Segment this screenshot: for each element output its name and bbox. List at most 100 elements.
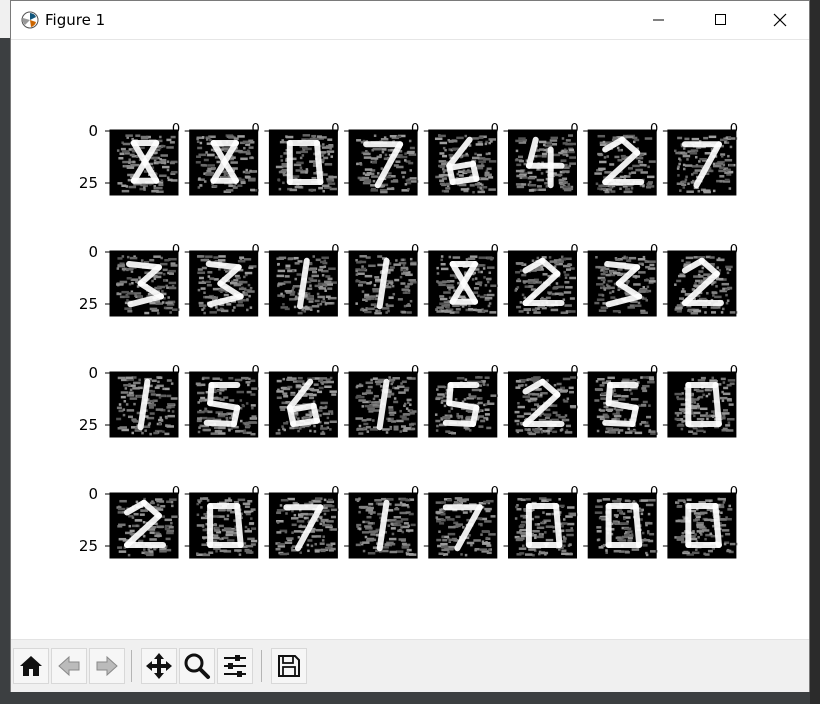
x-tick-label: 0 — [252, 243, 260, 258]
x-tick-label: 0 — [570, 364, 578, 379]
zoom-button[interactable] — [179, 648, 215, 684]
digit-image — [428, 371, 498, 438]
background-ide-strip — [810, 0, 820, 704]
close-icon — [773, 13, 787, 27]
x-tick-label: 0 — [331, 122, 339, 137]
digit-image — [587, 371, 658, 438]
x-tick-label: 0 — [570, 122, 578, 137]
digit-image — [109, 129, 179, 196]
x-tick-label: 0 — [172, 364, 180, 379]
digit-image — [268, 250, 338, 317]
x-tick-label: 0 — [411, 485, 419, 500]
save-button[interactable] — [271, 648, 307, 684]
configure-subplots-icon — [224, 655, 246, 677]
digit-image — [508, 129, 577, 196]
x-tick-label: 0 — [172, 122, 180, 137]
x-tick-label: 0 — [331, 364, 339, 379]
matplotlib-logo-icon — [21, 11, 39, 29]
y-tick-label: 0 — [88, 485, 98, 503]
back-button[interactable] — [51, 648, 87, 684]
digit-image — [268, 492, 339, 559]
digit-image — [508, 492, 578, 559]
configure-subplots-button[interactable] — [217, 648, 253, 684]
x-tick-label: 0 — [491, 485, 499, 500]
x-tick-label: 0 — [730, 243, 738, 258]
digit-image — [508, 371, 578, 438]
digit-image — [189, 371, 259, 438]
digit-image — [348, 492, 418, 559]
title-bar[interactable]: Figure 1 — [11, 1, 809, 39]
home-icon — [20, 656, 42, 676]
digit-image — [268, 371, 338, 438]
pan-button[interactable] — [141, 648, 177, 684]
save-icon — [278, 655, 300, 677]
forward-icon — [96, 655, 118, 677]
x-tick-label: 0 — [252, 122, 260, 137]
x-tick-label: 0 — [331, 485, 339, 500]
x-tick-label: 0 — [730, 122, 738, 137]
x-tick-label: 0 — [650, 485, 658, 500]
x-tick-label: 0 — [730, 485, 738, 500]
x-tick-label: 0 — [331, 243, 339, 258]
digit-image — [587, 492, 658, 559]
minimize-icon — [653, 19, 664, 21]
y-tick-label: 25 — [79, 416, 98, 434]
y-tick-label: 0 — [88, 364, 98, 382]
digit-image — [109, 371, 179, 438]
x-tick-label: 0 — [252, 364, 260, 379]
maximize-icon — [715, 14, 726, 25]
back-icon — [58, 655, 80, 677]
x-tick-label: 0 — [650, 364, 658, 379]
digit-image — [109, 492, 179, 559]
x-tick-label: 0 — [172, 485, 180, 500]
x-tick-label: 0 — [570, 243, 578, 258]
digit-image — [667, 492, 738, 559]
digit-image — [667, 250, 738, 317]
digit-image — [348, 250, 418, 317]
x-tick-label: 0 — [252, 485, 260, 500]
zoom-icon — [184, 653, 210, 679]
digit-image — [508, 250, 577, 317]
x-tick-label: 0 — [411, 122, 419, 137]
x-tick-label: 0 — [650, 122, 658, 137]
forward-button[interactable] — [89, 648, 125, 684]
home-button[interactable] — [13, 648, 49, 684]
x-tick-label: 0 — [491, 364, 499, 379]
digit-image — [428, 250, 498, 317]
digit-image — [428, 129, 498, 196]
maximize-button[interactable] — [691, 1, 751, 39]
x-tick-label: 0 — [172, 243, 180, 258]
digit-image — [587, 250, 657, 317]
toolbar-separator — [261, 650, 262, 682]
figure-plot: 0 25 0 0 0 0 0 0 0 0 0 25 0 0 0 0 0 0 0 0 0 25 0 0 0 0 0 0 0 0 0 25 0 0 0 0… — [79, 122, 738, 559]
window-title: Figure 1 — [45, 11, 106, 29]
y-tick-label: 0 — [88, 122, 98, 140]
digit-image — [667, 371, 737, 438]
x-tick-label: 0 — [570, 485, 578, 500]
digit-image — [189, 492, 259, 559]
digit-image — [348, 371, 418, 438]
y-tick-label: 25 — [79, 174, 98, 192]
figure-canvas[interactable]: 0 25 0 0 0 0 0 0 0 0 0 25 0 0 0 0 0 0 0 0 0 25 0 0 0 0 0 0 0 0 0 25 0 0 0 0… — [11, 39, 809, 640]
digit-image — [587, 129, 657, 196]
y-tick-label: 0 — [88, 243, 98, 261]
x-tick-label: 0 — [491, 122, 499, 137]
figure-window: Figure 1 0 25 0 0 0 0 0 0 0 0 0 25 0 0 0 0 0 0 0 0 0 25 0 0 0 0 0 0… — [10, 0, 810, 692]
minimize-button[interactable] — [629, 1, 689, 39]
pan-icon — [146, 653, 172, 679]
digit-image — [189, 250, 259, 317]
digit-image — [428, 492, 498, 559]
y-tick-label: 25 — [79, 537, 98, 555]
x-tick-label: 0 — [650, 243, 658, 258]
x-tick-label: 0 — [411, 243, 419, 258]
digit-image — [189, 129, 259, 196]
digit-image — [348, 129, 419, 196]
digit-image — [667, 129, 738, 196]
toolbar-separator — [131, 650, 132, 682]
y-tick-label: 25 — [79, 295, 98, 313]
x-tick-label: 0 — [730, 364, 738, 379]
close-button[interactable] — [750, 1, 810, 39]
navigation-toolbar — [11, 639, 809, 692]
digit-image — [268, 129, 338, 196]
digit-image — [109, 250, 180, 317]
